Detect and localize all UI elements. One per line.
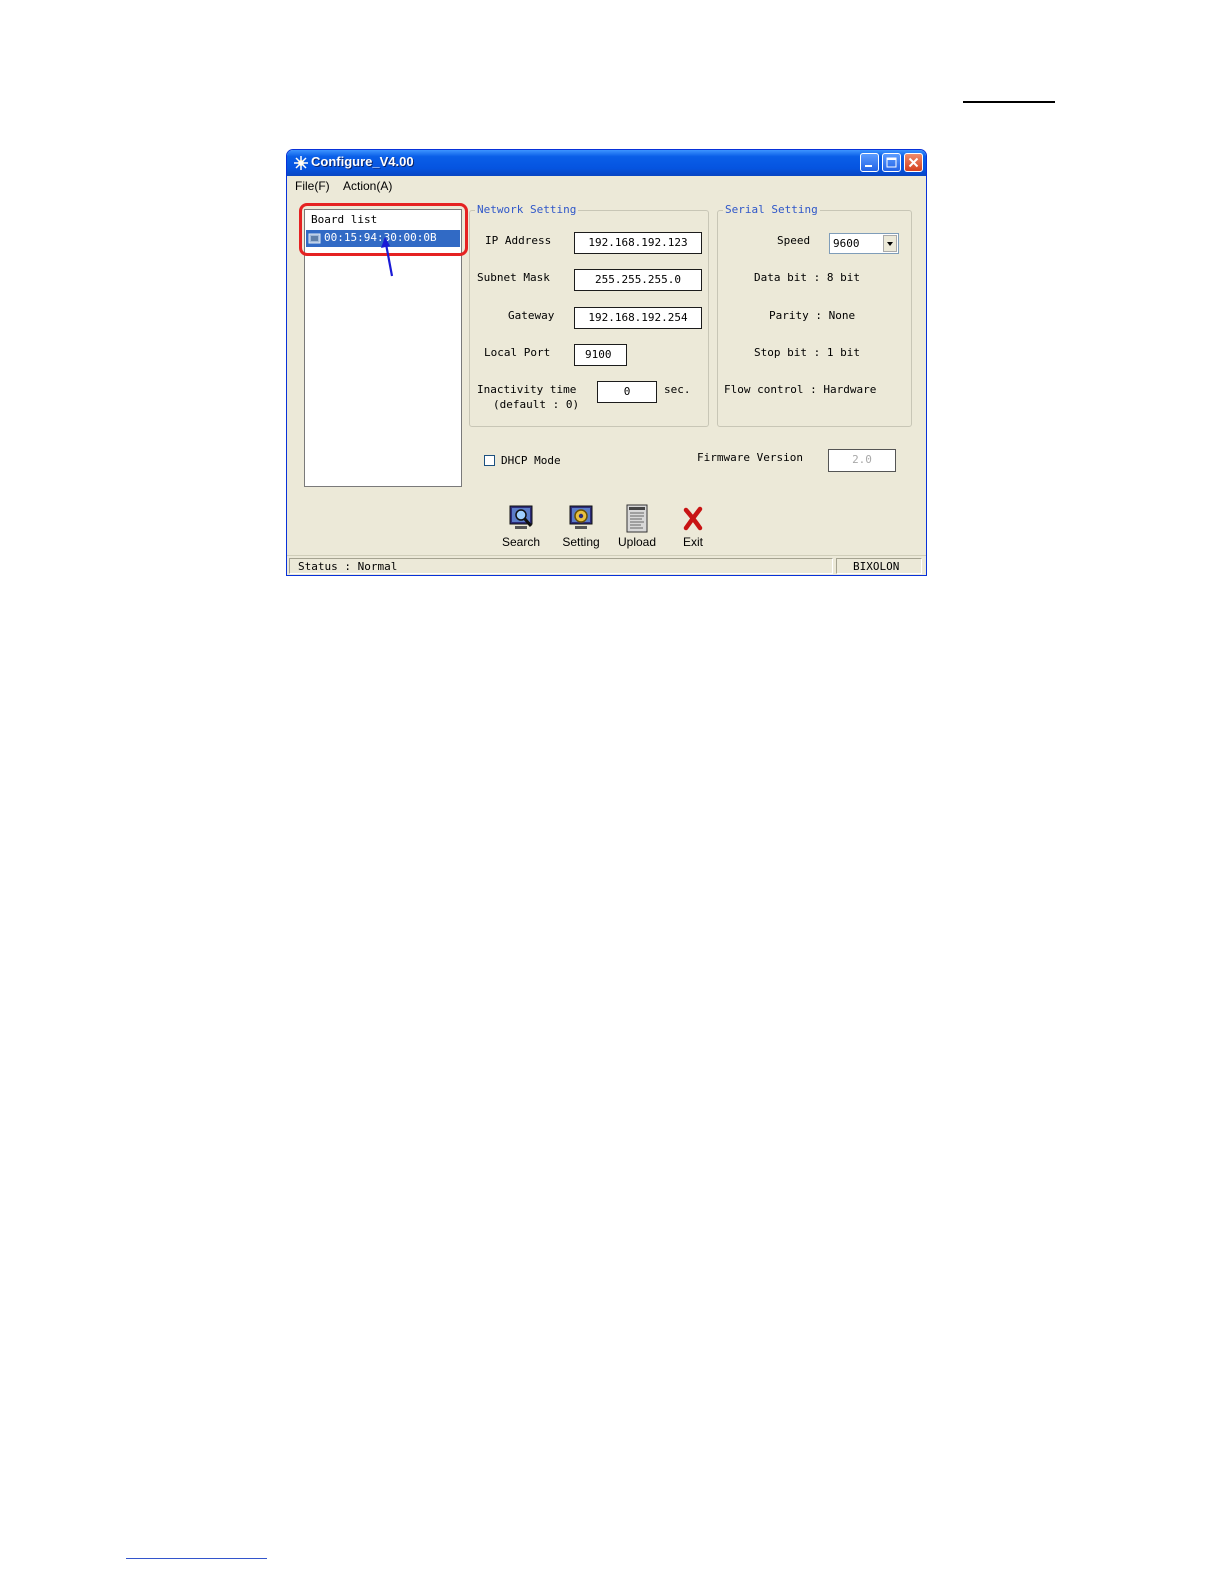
maximize-icon [886, 157, 897, 168]
inactivity-unit-label: sec. [664, 383, 691, 396]
board-list-header: Board list [311, 213, 378, 226]
page-rule-bottom [126, 1558, 267, 1559]
configure-window: Configure_V4.00 File(F) Action(A) Board … [286, 149, 927, 576]
vendor-panel: BIXOLON [836, 558, 922, 574]
upload-button-label: Upload [617, 535, 657, 549]
dhcp-mode-label: DHCP Mode [501, 454, 561, 467]
status-text: Status : Normal [298, 560, 398, 573]
stop-bit-label: Stop bit : 1 bit [754, 346, 860, 359]
flow-control-label: Flow control : Hardware [724, 383, 877, 396]
exit-button[interactable]: Exit [669, 504, 717, 552]
ip-address-field[interactable]: 192.168.192.123 [574, 232, 702, 254]
search-icon [509, 505, 533, 529]
minimize-icon [865, 165, 872, 167]
inactivity-time-label: Inactivity time [477, 383, 577, 396]
minimize-button[interactable] [860, 153, 879, 172]
close-button[interactable] [904, 153, 923, 172]
menu-bar: File(F) Action(A) [287, 176, 926, 196]
speed-dropdown-button[interactable] [883, 235, 897, 252]
app-icon [294, 156, 308, 170]
status-panel: Status : Normal [289, 558, 833, 574]
firmware-version-label: Firmware Version [697, 451, 803, 464]
speed-label: Speed [777, 234, 811, 247]
vendor-text: BIXOLON [853, 560, 900, 573]
exit-button-label: Exit [682, 535, 703, 549]
close-icon [683, 506, 703, 531]
menu-file[interactable]: File(F) [295, 179, 330, 193]
subnet-mask-field[interactable]: 255.255.255.0 [574, 269, 702, 291]
firmware-version-field: 2.0 [828, 449, 896, 472]
menu-action[interactable]: Action(A) [343, 179, 392, 193]
search-button[interactable]: Search [497, 504, 545, 552]
speed-value: 9600 [833, 237, 860, 250]
setting-button-label: Setting [562, 535, 600, 549]
page-rule-top [963, 101, 1055, 103]
search-button-label: Search [501, 535, 541, 549]
network-setting-title: Network Setting [475, 203, 579, 216]
serial-setting-title: Serial Setting [723, 203, 820, 216]
parity-label: Parity : None [769, 309, 856, 322]
chevron-down-icon [887, 242, 893, 246]
status-bar: Status : Normal BIXOLON [287, 555, 926, 575]
subnet-mask-label: Subnet Mask [477, 271, 550, 284]
close-icon [908, 157, 919, 168]
title-bar[interactable]: Configure_V4.00 [287, 150, 926, 176]
inactivity-default-label: (default : 0) [493, 398, 580, 411]
inactivity-time-field[interactable]: 0 [597, 381, 657, 403]
speed-select[interactable]: 9600 [829, 233, 899, 254]
gateway-label: Gateway [508, 309, 555, 322]
upload-button[interactable]: Upload [613, 504, 661, 552]
data-bit-label: Data bit : 8 bit [754, 271, 860, 284]
window-title: Configure_V4.00 [311, 154, 414, 169]
setting-button[interactable]: Setting [557, 504, 605, 552]
network-board-icon [308, 233, 321, 244]
document-upload-icon [626, 504, 648, 533]
local-port-label: Local Port [484, 346, 551, 359]
arrow-up-icon [381, 237, 394, 277]
gateway-field[interactable]: 192.168.192.254 [574, 307, 702, 329]
gear-icon [569, 505, 593, 529]
local-port-field[interactable]: 9100 [574, 344, 627, 366]
dhcp-mode-checkbox[interactable] [484, 455, 495, 466]
ip-address-label: IP Address [485, 234, 552, 247]
maximize-button[interactable] [882, 153, 901, 172]
